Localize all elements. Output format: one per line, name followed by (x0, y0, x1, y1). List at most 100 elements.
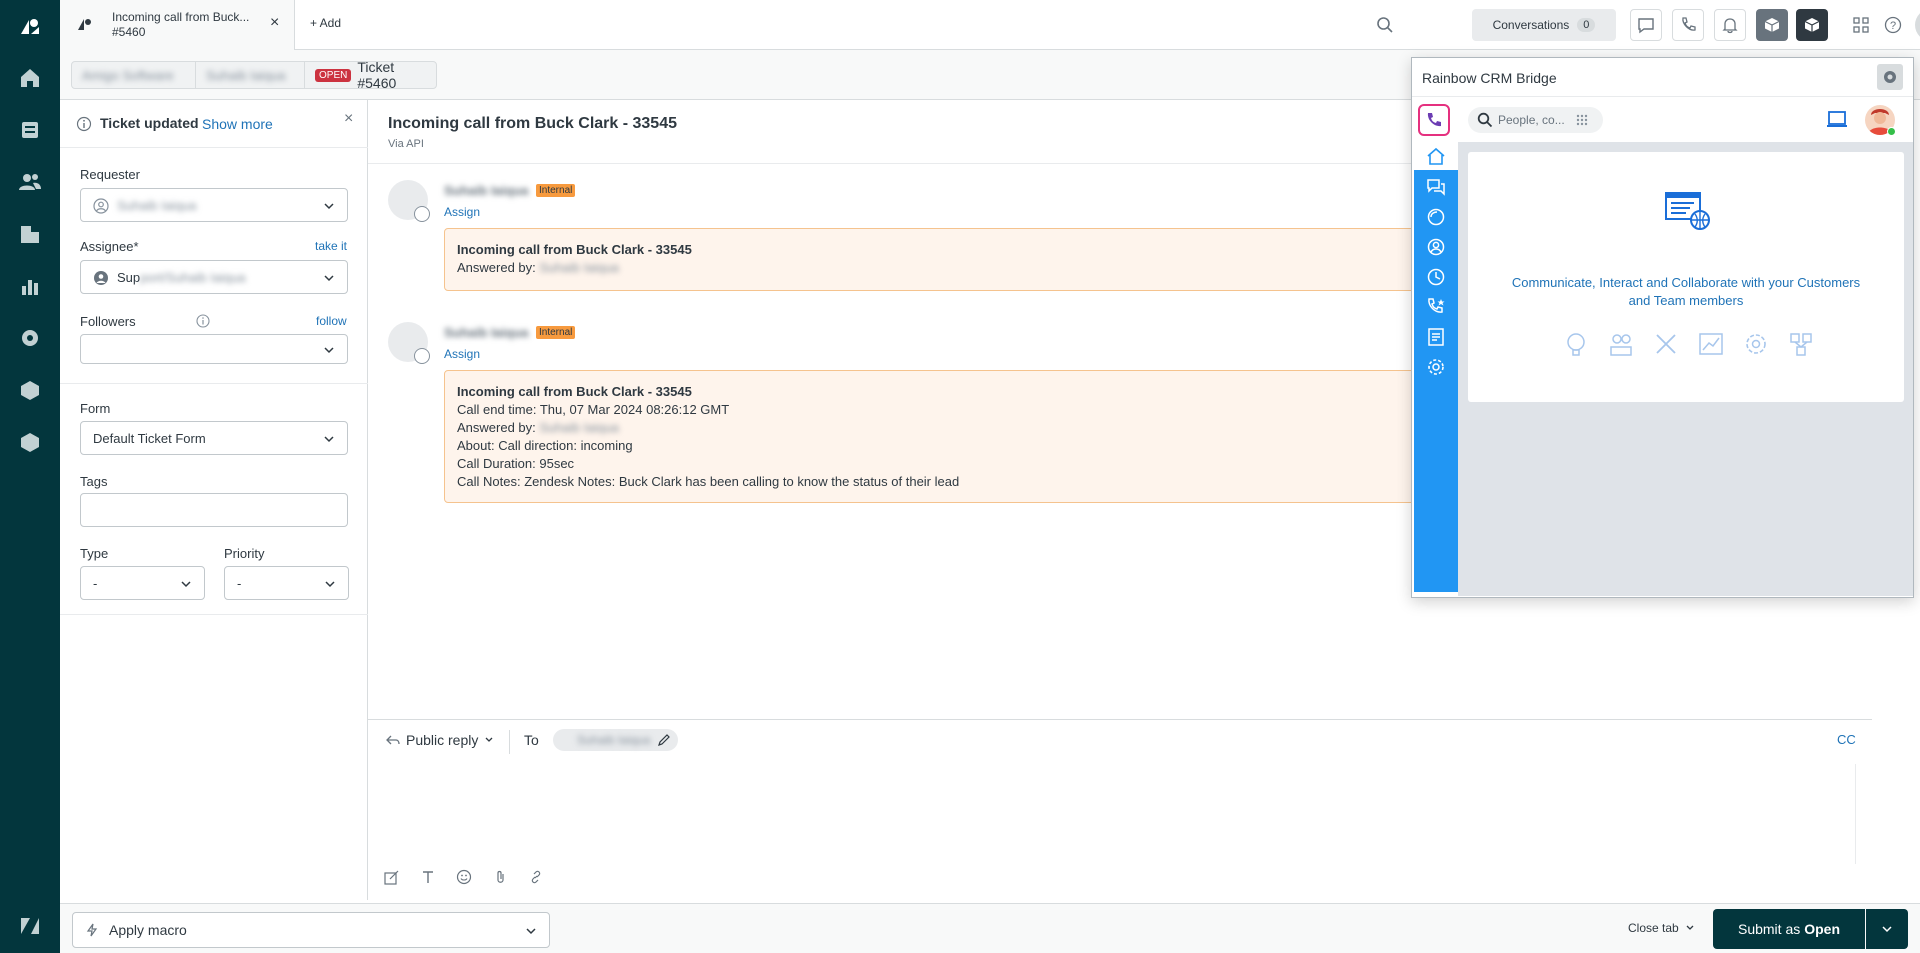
ticket-via: Via API (388, 138, 424, 150)
customers-icon[interactable] (18, 170, 42, 194)
chevron-down-icon (1882, 926, 1892, 933)
crm-feature-icons (1562, 330, 1815, 358)
chat-icon[interactable] (1630, 9, 1662, 41)
note-answered: Answered by: Suhaib Iaiqua (457, 260, 619, 275)
requester-label: Requester (80, 167, 140, 182)
crm-nav-home[interactable] (1414, 142, 1458, 170)
search-icon (1477, 112, 1493, 128)
product-tray-grid-icon[interactable] (1847, 11, 1875, 39)
dismiss-notice-icon[interactable]: × (344, 110, 353, 128)
attachment-icon[interactable] (492, 869, 508, 885)
settings-cog-icon (1746, 334, 1766, 354)
crm-app-cube-icon[interactable] (1796, 9, 1828, 41)
followers-info-icon[interactable] (196, 314, 210, 328)
note-duration: Call Duration: 95sec (457, 456, 575, 471)
close-tab-icon[interactable]: × (270, 14, 279, 32)
close-tab-button[interactable]: Close tab (1628, 921, 1695, 935)
internal-badge: Internal (536, 184, 576, 197)
chevron-down-icon (526, 928, 536, 935)
breadcrumb-user[interactable]: Suhaib Iaiqua (195, 61, 305, 89)
notice-text: Ticket updated (100, 115, 199, 131)
chat-bubbles-icon[interactable] (1426, 177, 1446, 197)
views-icon[interactable] (18, 118, 42, 142)
text-format-icon[interactable] (420, 869, 436, 885)
priority-label: Priority (224, 546, 265, 561)
app-box-icon-2[interactable] (18, 430, 42, 454)
app-box-icon[interactable] (18, 378, 42, 402)
show-more-link[interactable]: Show more (202, 116, 273, 132)
followers-label: Followers (80, 314, 136, 329)
reply-mode-dropdown[interactable]: Public reply (386, 732, 494, 748)
editor-toolbar (384, 869, 544, 885)
app-cube-icon[interactable] (1756, 9, 1788, 41)
breadcrumb-ticket[interactable]: OPEN Ticket #5460 (304, 59, 437, 91)
notifications-bell-icon[interactable] (1714, 9, 1746, 41)
apply-macro-select[interactable]: Apply macro (72, 912, 550, 948)
link-icon[interactable] (528, 869, 544, 885)
to-label: To (524, 732, 539, 748)
emoji-icon[interactable] (456, 869, 472, 885)
organizations-icon[interactable] (18, 222, 42, 246)
bubbles-circle-icon[interactable] (1426, 207, 1446, 227)
chevron-down-icon (1686, 925, 1694, 930)
reply-arrow-icon (386, 735, 400, 745)
notes-icon[interactable] (1426, 327, 1446, 347)
internal-note: Incoming call from Buck Clark - 33545 An… (444, 228, 1444, 291)
recipient-pill[interactable]: Suhaib Iaiqua (553, 729, 678, 751)
take-it-link[interactable]: take it (315, 239, 347, 253)
editor-scrollbar[interactable] (1855, 764, 1865, 864)
form-label: Form (80, 401, 111, 416)
assign-link[interactable]: Assign (444, 205, 480, 219)
form-select[interactable]: Default Ticket Form (80, 421, 348, 455)
add-tab-button[interactable]: + Add (310, 16, 341, 30)
assign-link[interactable]: Assign (444, 347, 480, 361)
crm-settings-gear-icon[interactable] (1877, 64, 1903, 90)
search-icon[interactable] (1371, 11, 1399, 39)
agent-avatar-icon (93, 270, 109, 286)
home-icon[interactable] (18, 66, 42, 90)
crm-search-input[interactable]: People, co... (1468, 107, 1603, 133)
chevron-down-icon (323, 433, 335, 445)
assignee-select[interactable]: Sup port/Suhaib Iaiqua (80, 260, 348, 294)
web-document-globe-icon (1665, 192, 1710, 230)
cc-link[interactable]: CC (1837, 732, 1856, 747)
requester-select[interactable]: Suhaib Iaiqua (80, 188, 348, 222)
type-select[interactable]: - (80, 566, 205, 600)
user-badge-icon (414, 348, 430, 364)
message-author: Suhaib Iaiqua (444, 325, 529, 340)
phone-icon[interactable] (1672, 9, 1704, 41)
submit-options-button[interactable] (1866, 909, 1908, 949)
note-call-end: Call end time: Thu, 07 Mar 2024 08:26:12… (457, 402, 730, 417)
laptop-icon[interactable] (1826, 110, 1848, 130)
conversations-button[interactable]: Conversations 0 (1472, 9, 1616, 41)
reporting-icon[interactable] (18, 274, 42, 298)
user-badge-icon (414, 206, 430, 222)
submit-button[interactable]: Submit as Open (1713, 909, 1865, 949)
priority-select[interactable]: - (224, 566, 349, 600)
chevron-down-icon (324, 578, 336, 590)
rainbow-crm-panel: Rainbow CRM Bridge People, co... Communi… (1411, 57, 1914, 598)
conversations-count: 0 (1577, 18, 1596, 32)
user-avatar-icon[interactable] (1915, 9, 1920, 41)
edit-pencil-icon (658, 734, 670, 746)
help-icon[interactable]: ? (1879, 11, 1907, 39)
tags-input[interactable] (80, 493, 348, 527)
contacts-icon[interactable] (1426, 237, 1446, 257)
history-clock-icon[interactable] (1426, 267, 1446, 287)
crm-welcome-card: Communicate, Interact and Collaborate wi… (1468, 152, 1904, 402)
followers-select[interactable] (80, 334, 348, 364)
favorite-calls-icon[interactable] (1426, 297, 1446, 317)
compose-icon[interactable] (384, 869, 400, 885)
admin-gear-icon[interactable] (18, 326, 42, 350)
zendesk-logo-icon[interactable] (18, 14, 42, 38)
ticket-tab[interactable]: Incoming call from Buck... #5460 × (60, 0, 295, 50)
chevron-down-icon (180, 578, 192, 590)
note-title: Incoming call from Buck Clark - 33545 (457, 242, 692, 257)
breadcrumb-organization[interactable]: Amigo Software (71, 61, 196, 89)
divider (60, 383, 368, 384)
settings-gear-icon[interactable] (1426, 357, 1446, 377)
priority-value: - (237, 575, 242, 591)
lightning-icon (86, 923, 98, 937)
follow-link[interactable]: follow (316, 314, 347, 328)
zendesk-z-icon (18, 914, 42, 938)
